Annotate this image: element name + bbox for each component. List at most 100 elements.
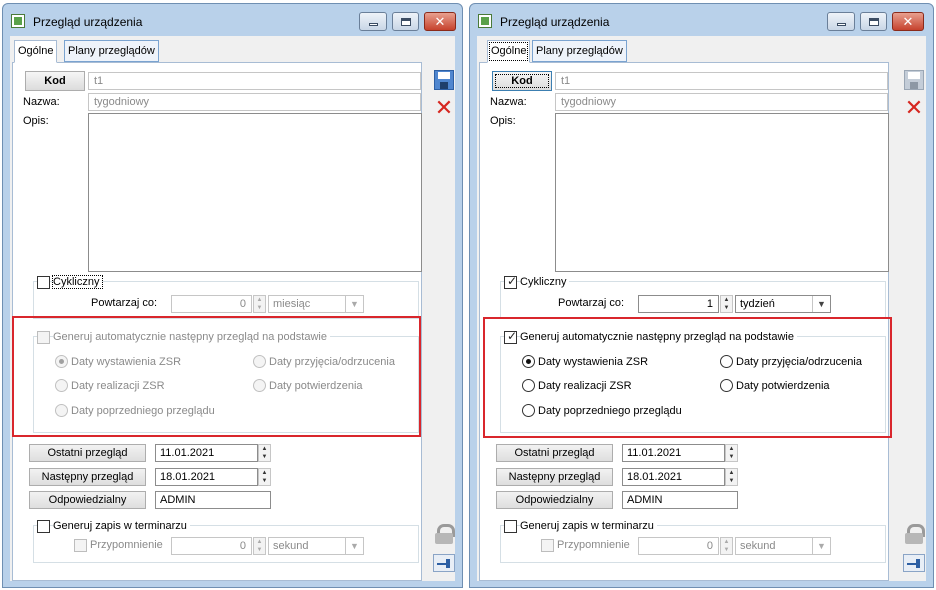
powtarzaj-unit-combo[interactable]: tydzień ▼ <box>735 295 831 313</box>
zapis-checkbox[interactable] <box>37 520 50 533</box>
przypomnienie-spinner[interactable]: 0 <box>638 537 719 555</box>
opis-textarea[interactable] <box>88 113 422 272</box>
przypomnienie-spinner[interactable]: 0 <box>171 537 252 555</box>
ostatni-przeglad-button[interactable]: Ostatni przegląd <box>29 444 146 462</box>
dropdown-arrow-icon: ▼ <box>812 538 830 554</box>
radio-label-daty-wystawienia: Daty wystawienia ZSR <box>538 356 649 368</box>
powtarzaj-unit-combo[interactable]: miesiąc ▼ <box>268 295 364 313</box>
generuj-checkbox[interactable] <box>37 331 50 344</box>
przypomnienie-checkbox[interactable] <box>541 539 554 552</box>
save-button[interactable] <box>432 68 456 92</box>
przypomnienie-unit-combo[interactable]: sekund ▼ <box>735 537 831 555</box>
pin-button[interactable] <box>432 551 456 575</box>
kod-field[interactable]: t1 <box>88 72 421 90</box>
kod-button[interactable]: Kod <box>25 71 85 91</box>
cykliczny-checkbox[interactable]: ✓ <box>504 274 518 289</box>
przypomnienie-label: Przypomnienie <box>557 539 630 551</box>
window-title: Przegląd urządzenia <box>33 15 143 29</box>
app-icon <box>478 14 492 28</box>
ostatni-przeglad-date[interactable]: 11.01.2021 <box>622 444 725 462</box>
tab-page-ogolne: Kod t1 Nazwa: tygodniowy Opis: ✓ Cyklicz… <box>479 62 889 581</box>
check-icon: ✓ <box>507 274 518 288</box>
nastepny-przeglad-button[interactable]: Następny przegląd <box>29 468 146 486</box>
tab-ogolne[interactable]: Ogólne <box>487 40 531 63</box>
spinner-arrows-icon[interactable]: ▲ ▼ <box>253 537 266 555</box>
title-bar[interactable]: Przegląd urządzenia ✕ <box>470 4 933 34</box>
radio-daty-poprzedniego[interactable] <box>55 404 68 417</box>
tab-plany-przegladow[interactable]: Plany przeglądów <box>64 40 159 62</box>
cykliczny-checkbox[interactable] <box>37 276 50 289</box>
powtarzaj-spinner[interactable]: 0 <box>171 295 252 313</box>
kod-field[interactable]: t1 <box>555 72 888 90</box>
powtarzaj-unit-value: miesiąc <box>273 298 311 310</box>
radio-label-daty-potwierdzenia: Daty potwierdzenia <box>269 380 363 392</box>
nastepny-przeglad-date[interactable]: 18.01.2021 <box>622 468 725 486</box>
przypomnienie-unit-value: sekund <box>740 540 776 552</box>
odpowiedzialny-button[interactable]: Odpowiedzialny <box>29 491 146 509</box>
radio-daty-potwierdzenia[interactable] <box>253 379 266 392</box>
radio-daty-potwierdzenia[interactable] <box>720 379 733 392</box>
opis-label: Opis: <box>23 115 49 127</box>
delete-button[interactable]: ✕ <box>902 96 926 120</box>
powtarzaj-label: Powtarzaj co: <box>558 297 625 309</box>
cykliczny-label: Cykliczny <box>520 276 570 288</box>
minimize-button[interactable] <box>359 12 387 31</box>
spinner-arrows-icon[interactable]: ▲ ▼ <box>725 444 738 462</box>
radio-daty-poprzedniego[interactable] <box>522 404 535 417</box>
radio-daty-wystawienia[interactable] <box>55 355 68 368</box>
maximize-button[interactable] <box>392 12 419 31</box>
powtarzaj-spinner[interactable]: 1 <box>638 295 719 313</box>
lock-icon <box>904 524 925 544</box>
minimize-icon <box>836 23 846 26</box>
przypomnienie-unit-combo[interactable]: sekund ▼ <box>268 537 364 555</box>
delete-button[interactable]: ✕ <box>432 96 456 120</box>
odpowiedzialny-button[interactable]: Odpowiedzialny <box>496 491 613 509</box>
radio-daty-realizacji[interactable] <box>522 379 535 392</box>
close-button[interactable]: ✕ <box>892 12 924 31</box>
powtarzaj-unit-value: tydzień <box>740 298 775 310</box>
spinner-arrows-icon[interactable]: ▲ ▼ <box>725 468 738 486</box>
window-right: Przegląd urządzenia ✕ Ogólne Plany przeg… <box>469 3 934 588</box>
spinner-arrows-icon[interactable]: ▲ ▼ <box>720 537 733 555</box>
close-button[interactable]: ✕ <box>424 12 456 31</box>
nastepny-przeglad-date[interactable]: 18.01.2021 <box>155 468 258 486</box>
maximize-button[interactable] <box>860 12 887 31</box>
spinner-arrows-icon[interactable]: ▲ ▼ <box>258 444 271 462</box>
generuj-label: Generuj automatycznie następny przegląd … <box>53 331 330 343</box>
spinner-arrows-icon[interactable]: ▲ ▼ <box>258 468 271 486</box>
radio-daty-wystawienia[interactable] <box>522 355 535 368</box>
przypomnienie-checkbox[interactable] <box>74 539 87 552</box>
maximize-icon <box>400 17 411 26</box>
delete-icon: ✕ <box>434 95 454 120</box>
zapis-checkbox[interactable] <box>504 520 517 533</box>
radio-daty-przyjecia[interactable] <box>253 355 266 368</box>
spinner-arrows-icon[interactable]: ▲ ▼ <box>720 295 733 313</box>
spinner-arrows-icon[interactable]: ▲ ▼ <box>253 295 266 313</box>
app-icon <box>11 14 25 28</box>
pin-icon <box>433 554 455 572</box>
pin-button[interactable] <box>902 551 926 575</box>
generuj-checkbox[interactable]: ✓ <box>504 329 517 344</box>
radio-label-daty-przyjecia: Daty przyjęcia/odrzucenia <box>736 356 862 368</box>
przypomnienie-unit-value: sekund <box>273 540 309 552</box>
lock-button[interactable] <box>902 522 926 546</box>
tab-plany-przegladow[interactable]: Plany przeglądów <box>532 40 627 62</box>
nastepny-przeglad-button[interactable]: Następny przegląd <box>496 468 613 486</box>
ostatni-przeglad-button[interactable]: Ostatni przegląd <box>496 444 613 462</box>
nazwa-field[interactable]: tygodniowy <box>555 93 888 111</box>
radio-daty-realizacji[interactable] <box>55 379 68 392</box>
odpowiedzialny-field[interactable]: ADMIN <box>155 491 271 509</box>
title-bar[interactable]: Przegląd urządzenia ✕ <box>3 4 462 34</box>
odpowiedzialny-field[interactable]: ADMIN <box>622 491 738 509</box>
lock-icon <box>434 524 455 544</box>
dropdown-arrow-icon: ▼ <box>345 296 363 312</box>
opis-textarea[interactable] <box>555 113 889 272</box>
kod-button[interactable]: Kod <box>492 71 552 91</box>
minimize-button[interactable] <box>827 12 855 31</box>
radio-label-daty-wystawienia: Daty wystawienia ZSR <box>71 356 182 368</box>
ostatni-przeglad-date[interactable]: 11.01.2021 <box>155 444 258 462</box>
radio-daty-przyjecia[interactable] <box>720 355 733 368</box>
nazwa-field[interactable]: tygodniowy <box>88 93 421 111</box>
lock-button[interactable] <box>432 522 456 546</box>
tab-ogolne[interactable]: Ogólne <box>14 40 58 63</box>
